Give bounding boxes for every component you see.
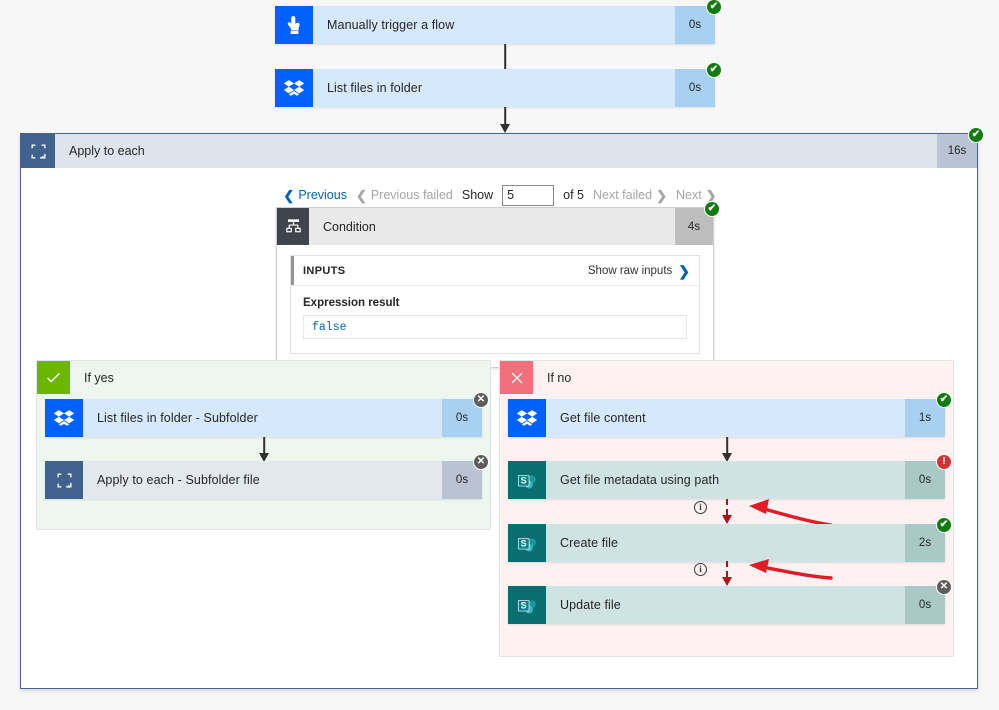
card-title: Apply to each - Subfolder file [97,473,260,487]
expression-result-label: Expression result [303,297,400,309]
iteration-pagination: ❮ Previous ❮ Previous failed Show of 5 N… [41,183,959,207]
pagination-of-label: of 5 [563,188,584,202]
inputs-panel: INPUTS Show raw inputs ❯ Expression resu… [290,255,700,354]
status-badge-succeeded: ✔ [968,127,984,143]
status-badge-skipped: ✕ [936,579,952,595]
card-update-file[interactable]: S Update file 0s ✕ [508,579,952,624]
pagination-next-failed-button[interactable]: Next failed ❯ [593,188,667,202]
card-manually-trigger-a-flow[interactable]: Manually trigger a flow 0s ✔ [275,0,722,44]
chevron-left-icon: ❮ [355,187,367,203]
dropbox-icon [275,69,313,107]
pagination-previous-failed-button[interactable]: ❮ Previous failed [356,188,453,202]
status-badge-failed: ! [936,454,952,470]
card-title: List files in folder [327,81,423,95]
connector-arrow-run-after [717,561,737,586]
card-title: Update file [560,598,621,612]
show-raw-inputs-link[interactable]: Show raw inputs ❯ [588,264,690,278]
chevron-left-icon: ❮ [283,187,295,203]
card-title: List files in folder - Subfolder [97,411,258,425]
condition-body: INPUTS Show raw inputs ❯ Expression resu… [277,245,713,367]
inputs-label: INPUTS [303,264,346,277]
scope-header-apply-to-each[interactable]: Apply to each 16s ✔ [21,127,984,168]
branch-if-yes-header: If yes [37,361,490,394]
branch-if-yes-label: If yes [84,370,114,385]
dropbox-icon [45,399,83,437]
card-title: Create file [560,536,619,550]
chevron-right-icon: ❯ [656,187,667,203]
status-badge-succeeded: ✔ [936,517,952,533]
loop-icon [21,134,55,168]
card-list-files-in-folder[interactable]: List files in folder 0s ✔ [275,62,722,107]
pagination-show-label: Show [461,188,494,202]
branch-if-no-label: If no [547,370,572,385]
status-badge-succeeded: ✔ [936,392,952,408]
card-title: Get file metadata using path [560,473,720,487]
pagination-show-input[interactable] [502,184,555,206]
dropbox-icon [508,399,546,437]
branch-if-no-header: If no [500,361,953,394]
status-badge-succeeded: ✔ [704,201,720,217]
expression-result-value: false [303,315,687,339]
card-condition[interactable]: Condition 4s ✔ INPUTS Show raw inputs ❯ … [276,201,720,368]
sharepoint-icon: S [508,461,546,499]
card-get-file-metadata-using-path[interactable]: S Get file metadata using path 0s ! [508,454,952,499]
condition-title: Condition [309,208,675,245]
svg-text:S: S [520,538,526,548]
connector-arrow [254,437,274,462]
connector-arrow-run-after [717,499,737,524]
card-get-file-content[interactable]: Get file content 1s ✔ [508,392,952,437]
connector-arrow [717,437,737,462]
connector-arrow [495,107,515,133]
status-badge-succeeded: ✔ [706,62,722,78]
tap-hand-icon [275,6,313,44]
loop-icon [45,461,83,499]
status-badge-succeeded: ✔ [706,0,722,15]
cross-icon [500,361,533,394]
card-title: Manually trigger a flow [327,18,455,32]
show-raw-inputs-label: Show raw inputs [587,264,673,277]
sharepoint-icon: S [508,524,546,562]
chevron-right-icon: ❯ [678,262,690,279]
card-apply-to-each-subfolder-file[interactable]: Apply to each - Subfolder file 0s ✕ [45,454,489,499]
info-circle-icon[interactable]: i [694,563,707,576]
status-badge-skipped: ✕ [473,392,489,408]
sharepoint-icon: S [508,586,546,624]
pagination-previous-failed-label: Previous failed [370,188,453,202]
flow-run-canvas: Manually trigger a flow 0s ✔ List files … [0,0,999,710]
svg-text:S: S [520,475,526,485]
svg-text:S: S [520,600,526,610]
status-badge-skipped: ✕ [473,454,489,470]
condition-header[interactable]: Condition 4s ✔ [277,201,720,245]
card-create-file[interactable]: S Create file 2s ✔ [508,517,952,562]
pagination-next-button[interactable]: Next ❯ [676,188,717,202]
pagination-next-label: Next [675,188,702,202]
inputs-panel-header: INPUTS Show raw inputs ❯ [291,256,699,286]
info-circle-icon[interactable]: i [694,501,707,514]
scope-title: Apply to each [69,144,145,158]
pagination-previous-button[interactable]: ❮ Previous [283,188,347,202]
checkmark-icon [37,361,70,394]
card-title: Get file content [560,411,646,425]
pagination-previous-label: Previous [298,188,347,202]
card-list-files-in-folder-subfolder[interactable]: List files in folder - Subfolder 0s ✕ [45,392,489,437]
chevron-right-icon: ❯ [705,187,717,203]
inputs-panel-content: Expression result false [291,286,699,353]
pagination-next-failed-label: Next failed [593,188,653,202]
condition-fork-icon [277,208,309,245]
